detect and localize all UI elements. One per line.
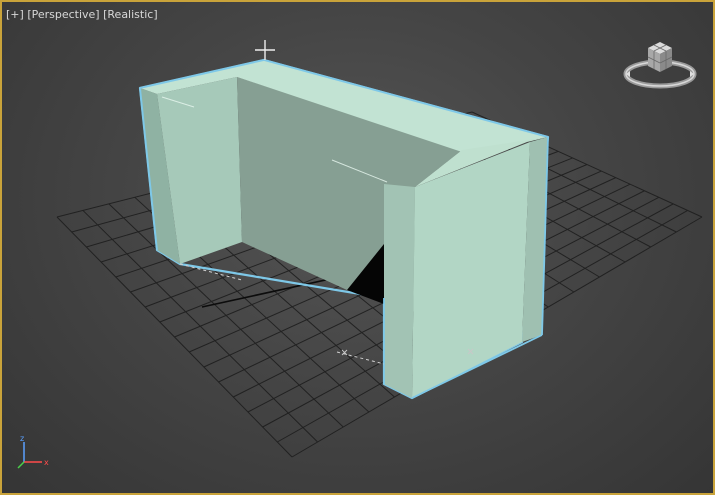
wall-object[interactable] [138, 58, 550, 400]
viewport-perspective[interactable]: [+] [Perspective] [Realistic] z x [0, 0, 715, 495]
scene-canvas[interactable] [2, 2, 713, 493]
viewcube-icon[interactable] [622, 38, 698, 98]
right-wing-inner-face [384, 184, 415, 398]
crosshair-icon [255, 40, 275, 60]
axis-tripod-icon: z x [17, 434, 49, 469]
axis-x-label: x [44, 458, 49, 467]
axis-z-label: z [20, 434, 24, 443]
